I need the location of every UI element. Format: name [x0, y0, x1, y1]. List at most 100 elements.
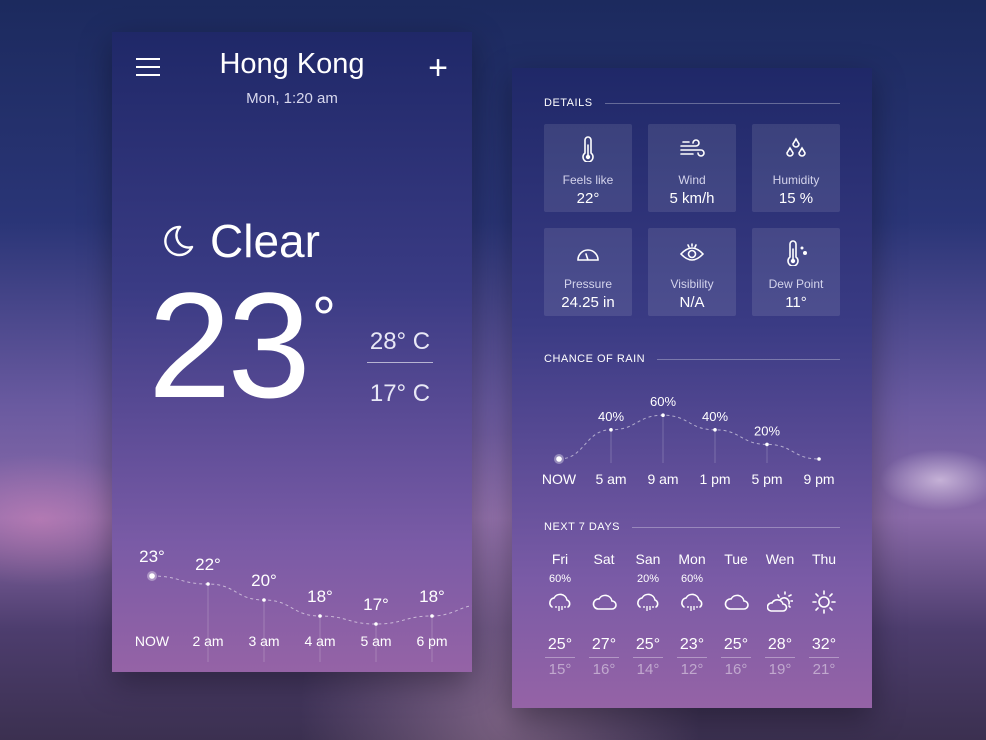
day-name: Tue — [724, 551, 748, 567]
day-forecast: Mon 60% 23° 12° — [670, 551, 714, 678]
day-forecast: Thu 32° 21° — [802, 551, 846, 678]
city-name: Hong Kong — [219, 48, 365, 80]
detail-label: Visibility — [670, 277, 714, 291]
detail-card: Pressure 24.25 in — [544, 228, 632, 316]
rain-chance — [802, 573, 846, 587]
detail-card: Humidity 15 % — [752, 124, 840, 212]
time-label: 1 pm — [699, 471, 730, 487]
detail-card: Feels like 22° — [544, 124, 632, 212]
rain-chance — [758, 573, 802, 587]
day-high: 25° — [545, 636, 575, 658]
degree-symbol: ° — [312, 285, 336, 352]
detail-label: Feels like — [562, 173, 614, 187]
data-point — [713, 428, 717, 432]
rain-chance: 60% — [680, 573, 704, 585]
current-weather-panel: + Hong Kong Mon, 1:20 am Clear 23 ° 28° … — [112, 32, 472, 672]
rain-icon — [681, 593, 703, 611]
day-forecast: Sat 27° 16° — [582, 551, 626, 678]
day-forecast: Wen 28° 19° — [758, 551, 802, 678]
day-low: 14° — [636, 661, 660, 678]
value-label: 18° — [419, 587, 445, 606]
detail-label: Humidity — [772, 173, 820, 187]
dew-point-icon — [787, 240, 807, 267]
time-label: 5 am — [595, 471, 626, 487]
condition-text: Clear — [210, 215, 320, 267]
time-label: 5 pm — [751, 471, 782, 487]
rain-header: CHANCE OF RAIN — [544, 353, 840, 365]
day-high: 25° — [721, 636, 751, 658]
day-low: 12° — [680, 661, 704, 678]
data-point — [556, 456, 562, 462]
day-name: Thu — [811, 551, 837, 567]
time-label: NOW — [135, 633, 170, 649]
detail-card: Dew Point 11° — [752, 228, 840, 316]
value-label: 20° — [251, 571, 277, 590]
detail-value: 15 % — [778, 190, 814, 207]
date-time: Mon, 1:20 am — [246, 90, 338, 107]
value-label: 18° — [307, 587, 333, 606]
rain-chance: 60% — [548, 573, 572, 585]
rain-chance: 20% — [636, 573, 660, 585]
day-name: Mon — [678, 551, 706, 567]
day-high: 25° — [633, 636, 663, 658]
data-point — [609, 428, 613, 432]
value-label: 23° — [139, 547, 165, 566]
day-name: Wen — [765, 551, 795, 567]
high-temp: 28° C — [367, 328, 433, 363]
time-label: 9 pm — [803, 471, 834, 487]
rain-chance — [714, 573, 758, 587]
time-label: 5 am — [360, 633, 391, 649]
moon-icon — [164, 225, 194, 257]
condition: Clear — [160, 214, 320, 268]
detail-value: 11° — [785, 294, 807, 311]
time-label: 2 am — [192, 633, 223, 649]
week-header: NEXT 7 DAYS — [544, 521, 840, 533]
rain-chart: NOW 40% 5 am 60% 9 am 40% 1 pm 20% 5 pm 9 pm — [542, 394, 835, 487]
day-high: 27° — [589, 636, 619, 658]
value-label: 22° — [195, 555, 221, 574]
day-low: 15° — [548, 661, 572, 678]
low-temp: 17° C — [369, 380, 431, 407]
time-label: 9 am — [647, 471, 678, 487]
wind-icon — [680, 139, 705, 157]
detail-value: 24.25 in — [561, 294, 615, 311]
day-forecast: Fri 60% 25° 15° — [538, 551, 582, 678]
detail-value: 22° — [576, 190, 600, 207]
day-name: San — [635, 551, 661, 567]
data-point — [374, 622, 378, 626]
cloud-icon — [592, 594, 617, 610]
data-point — [765, 442, 769, 447]
day-forecast: San 20% 25° 14° — [626, 551, 670, 678]
time-label: NOW — [542, 471, 577, 487]
day-name: Sat — [593, 551, 615, 567]
time-label: 3 am — [248, 633, 279, 649]
data-point — [206, 582, 210, 586]
value-label: 40% — [598, 409, 624, 424]
sun-icon — [812, 590, 836, 614]
details-panel: DETAILS Feels like 22° Wind 5 km/h Humidity 1… — [512, 68, 872, 708]
humidity-icon — [786, 137, 806, 157]
cloud-icon — [724, 594, 749, 610]
detail-value: 5 km/h — [669, 190, 715, 207]
day-forecast: Tue 25° 16° — [714, 551, 758, 678]
value-label: 17° — [363, 595, 389, 614]
data-point — [318, 614, 322, 618]
detail-card: Wind 5 km/h — [648, 124, 736, 212]
value-label: 60% — [650, 394, 676, 409]
eye-icon — [679, 243, 705, 261]
rain-chance — [582, 573, 626, 587]
data-point — [262, 598, 266, 602]
data-point — [817, 457, 821, 461]
detail-label: Dew Point — [768, 277, 824, 291]
time-label: 4 am — [304, 633, 335, 649]
detail-value: N/A — [679, 294, 705, 311]
day-name: Fri — [551, 551, 569, 567]
day-low: 16° — [592, 661, 616, 678]
partly-cloudy-icon — [766, 591, 794, 612]
detail-label: Wind — [678, 173, 706, 187]
day-high: 23° — [677, 636, 707, 658]
rain-icon — [637, 593, 659, 611]
day-high: 28° — [765, 636, 795, 658]
day-low: 19° — [768, 661, 792, 678]
time-label: 6 pm — [416, 633, 447, 649]
